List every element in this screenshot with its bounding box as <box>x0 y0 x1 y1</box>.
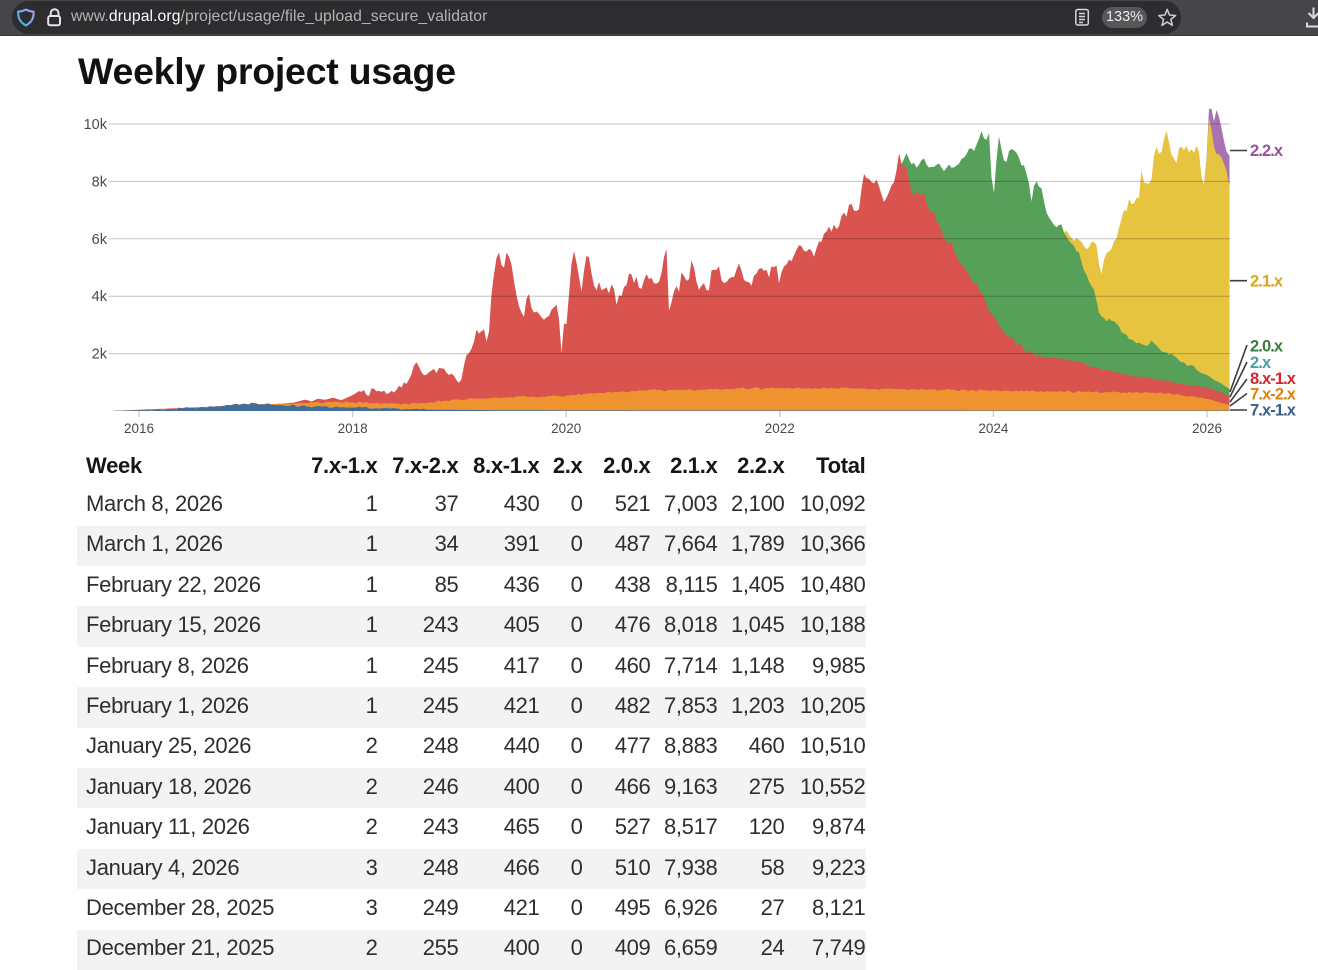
svg-text:2.2.x: 2.2.x <box>1250 142 1284 160</box>
svg-text:10k: 10k <box>84 117 108 133</box>
svg-text:2026: 2026 <box>1192 421 1222 436</box>
svg-text:2.1.x: 2.1.x <box>1250 273 1284 291</box>
svg-text:2016: 2016 <box>124 421 154 436</box>
svg-text:2024: 2024 <box>978 421 1009 436</box>
svg-text:8k: 8k <box>92 174 108 190</box>
svg-text:2.0.x: 2.0.x <box>1250 338 1284 356</box>
svg-text:2k: 2k <box>92 347 108 363</box>
svg-text:6k: 6k <box>92 232 108 248</box>
svg-text:2018: 2018 <box>338 421 368 436</box>
svg-text:7.x-1.x: 7.x-1.x <box>1250 401 1297 419</box>
svg-text:4k: 4k <box>92 289 108 305</box>
svg-text:2022: 2022 <box>765 421 795 436</box>
svg-text:2020: 2020 <box>551 421 581 436</box>
